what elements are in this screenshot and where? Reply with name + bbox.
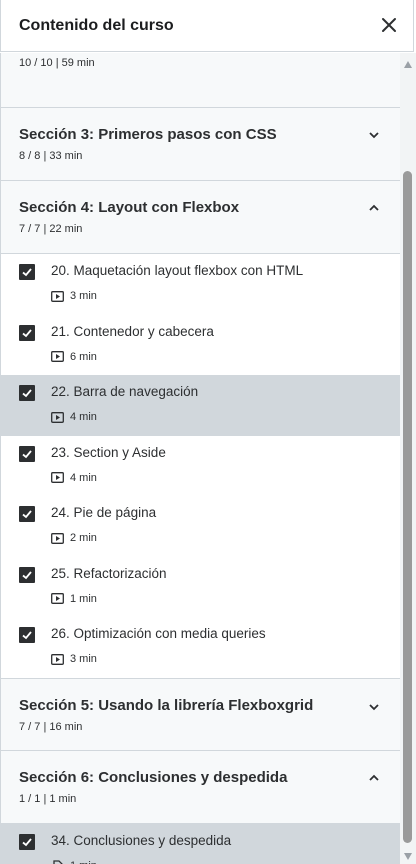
lecture-title: 26. Optimización con media queries bbox=[51, 626, 266, 641]
video-icon bbox=[51, 472, 64, 483]
section-title: Sección 6: Conclusiones y despedida bbox=[19, 768, 288, 786]
duration-text: 2 min bbox=[70, 532, 97, 544]
duration-text: 4 min bbox=[70, 471, 97, 484]
checkbox-checked-icon[interactable] bbox=[19, 627, 35, 643]
lecture-title: 22. Barra de navegación bbox=[51, 384, 199, 399]
video-icon bbox=[51, 351, 64, 362]
section-meta: 7 / 7 | 16 min bbox=[19, 720, 83, 733]
lecture-duration: 3 min bbox=[51, 290, 97, 302]
duration-text: 1 min bbox=[70, 592, 97, 605]
section-title: Sección 3: Primeros pasos con CSS bbox=[19, 126, 277, 143]
checkbox-checked-icon[interactable] bbox=[19, 264, 35, 280]
lecture-item[interactable]: 24. Pie de página 2 min bbox=[1, 496, 400, 557]
scrollbar-thumb[interactable] bbox=[403, 171, 412, 843]
lecture-duration: 4 min bbox=[51, 472, 97, 484]
lecture-title: 21. Contenedor y cabecera bbox=[51, 323, 214, 339]
lecture-item[interactable]: 21. Contenedor y cabecera 6 min bbox=[1, 314, 400, 375]
section-header-6[interactable]: Sección 6: Conclusiones y despedida 1 / … bbox=[1, 750, 400, 824]
scroll-down-arrow-icon[interactable] bbox=[404, 853, 412, 860]
lecture-duration: 1 min bbox=[51, 860, 97, 864]
duration-text: 3 min bbox=[70, 653, 97, 665]
lecture-duration: 1 min bbox=[51, 593, 97, 605]
lecture-item[interactable]: 22. Barra de navegación 4 min bbox=[1, 375, 400, 436]
section-meta: 7 / 7 | 22 min bbox=[19, 223, 83, 235]
checkbox-checked-icon[interactable] bbox=[19, 833, 35, 850]
file-icon bbox=[51, 860, 64, 864]
duration-text: 3 min bbox=[70, 290, 97, 302]
lecture-title: 24. Pie de página bbox=[51, 505, 157, 520]
section-header-partial[interactable]: 10 / 10 | 59 min bbox=[1, 53, 400, 108]
section-4-lectures: 20. Maquetación layout flexbox con HTML 3… bbox=[1, 254, 400, 678]
sidebar-title: Contenido del curso bbox=[19, 17, 174, 34]
lecture-title: 23. Section y Aside bbox=[51, 444, 166, 460]
duration-text: 4 min bbox=[70, 411, 97, 423]
checkbox-checked-icon[interactable] bbox=[19, 445, 35, 462]
video-icon bbox=[51, 411, 64, 423]
lecture-item[interactable]: 23. Section y Aside 4 min bbox=[1, 435, 400, 496]
section-title: Sección 4: Layout con Flexbox bbox=[19, 199, 240, 216]
section-header-5[interactable]: Sección 5: Usando la librería Flexboxgri… bbox=[1, 677, 400, 751]
checkbox-checked-icon[interactable] bbox=[19, 566, 35, 583]
lecture-duration: 4 min bbox=[51, 411, 97, 423]
chevron-down-icon bbox=[368, 700, 380, 712]
lecture-duration: 3 min bbox=[51, 653, 97, 665]
section-meta: 8 / 8 | 33 min bbox=[19, 150, 83, 162]
section-header-3[interactable]: Sección 3: Primeros pasos con CSS 8 / 8 … bbox=[1, 108, 400, 181]
checkbox-checked-icon[interactable] bbox=[19, 506, 35, 522]
scroll-up-arrow-icon[interactable] bbox=[404, 61, 412, 68]
lecture-item[interactable]: 20. Maquetación layout flexbox con HTML 3… bbox=[1, 254, 400, 315]
checkbox-checked-icon[interactable] bbox=[19, 324, 35, 341]
section-6-lectures: 34. Conclusiones y despedida 1 min bbox=[1, 823, 400, 864]
lecture-title: 20. Maquetación layout flexbox con HTML bbox=[51, 263, 304, 278]
section-meta: 10 / 10 | 59 min bbox=[19, 57, 95, 69]
lecture-item[interactable]: 34. Conclusiones y despedida 1 min bbox=[1, 823, 400, 864]
checkbox-checked-icon[interactable] bbox=[19, 385, 35, 401]
sidebar-header: Contenido del curso bbox=[0, 0, 414, 52]
video-icon bbox=[51, 593, 64, 604]
lecture-title: 34. Conclusiones y despedida bbox=[51, 832, 232, 848]
course-content-list[interactable]: 10 / 10 | 59 min Sección 3: Primeros pas… bbox=[0, 53, 400, 864]
lecture-title: 25. Refactorización bbox=[51, 565, 167, 581]
lecture-duration: 6 min bbox=[51, 351, 97, 363]
section-header-4[interactable]: Sección 4: Layout con Flexbox 7 / 7 | 22… bbox=[1, 181, 400, 254]
chevron-up-icon bbox=[368, 201, 380, 213]
chevron-down-icon bbox=[368, 128, 380, 140]
duration-text: 6 min bbox=[70, 350, 97, 363]
scrollbar[interactable] bbox=[400, 53, 416, 864]
close-icon[interactable] bbox=[380, 16, 398, 34]
section-title: Sección 5: Usando la librería Flexboxgri… bbox=[19, 696, 314, 714]
lecture-item[interactable]: 25. Refactorización 1 min bbox=[1, 556, 400, 617]
section-meta: 1 / 1 | 1 min bbox=[19, 792, 77, 805]
lecture-duration: 2 min bbox=[51, 532, 97, 544]
video-icon bbox=[51, 290, 64, 302]
video-icon bbox=[51, 532, 64, 544]
video-icon bbox=[51, 653, 64, 665]
lecture-item[interactable]: 26. Optimización con media queries 3 min bbox=[1, 617, 400, 678]
duration-text: 1 min bbox=[70, 860, 97, 864]
chevron-up-icon bbox=[368, 771, 380, 783]
